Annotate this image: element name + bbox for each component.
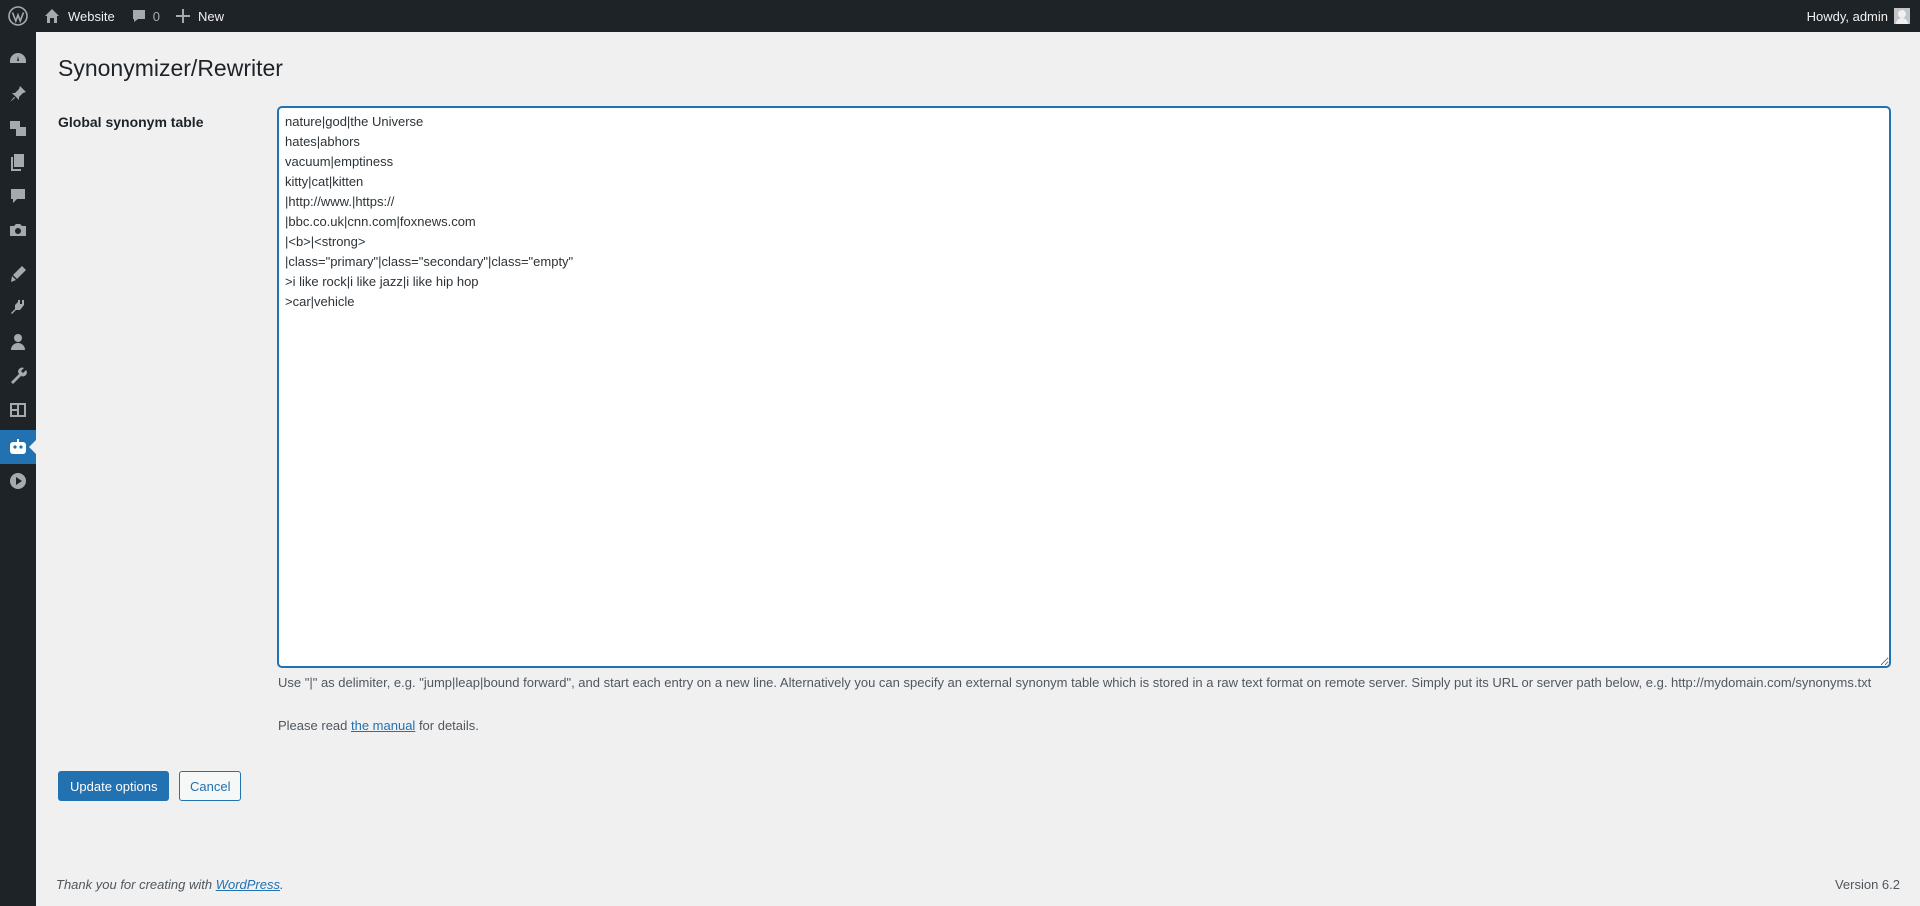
manual-link[interactable]: the manual (351, 718, 415, 733)
camera-icon[interactable] (0, 213, 36, 247)
footer-thanks-prefix: Thank you for creating with (56, 877, 216, 892)
appearance-icon[interactable] (0, 257, 36, 291)
version-label: Version 6.2 (1834, 877, 1900, 892)
pages-icon[interactable] (0, 145, 36, 179)
tools-icon[interactable] (0, 359, 36, 393)
admin-bar: Website 0 New Howdy, admin (0, 0, 1920, 32)
pin-icon[interactable] (0, 77, 36, 111)
footer-thanks-suffix: . (280, 877, 284, 892)
wordpress-link[interactable]: WordPress (216, 877, 280, 892)
page-title: Synonymizer/Rewriter (58, 55, 283, 81)
update-options-button[interactable]: Update options (58, 771, 170, 801)
site-name-label: Website (68, 8, 115, 24)
comments-count: 0 (152, 8, 160, 24)
howdy-label: Howdy, admin (1806, 8, 1888, 24)
new-content-link[interactable]: New (168, 0, 232, 32)
delimiter-help-text: Use "|" as delimiter, e.g. "jump|leap|bo… (278, 675, 1872, 690)
home-icon (45, 9, 59, 23)
users-icon[interactable] (0, 325, 36, 359)
dashboard-icon[interactable] (0, 43, 36, 77)
robot-icon[interactable] (0, 430, 36, 464)
comments-icon[interactable] (0, 179, 36, 213)
plus-icon (175, 9, 190, 23)
synonym-table-label: Global synonym table (58, 114, 204, 130)
please-read-prefix: Please read (278, 718, 351, 733)
please-read-suffix: for details. (415, 718, 479, 733)
media-icon[interactable] (0, 111, 36, 145)
synonym-table-textarea[interactable] (278, 107, 1890, 667)
comment-bubble-icon (132, 10, 145, 22)
settings-icon[interactable] (0, 393, 36, 427)
admin-sidebar (0, 32, 36, 906)
manual-help-text: Please read the manual for details. (278, 718, 479, 733)
plugins-icon[interactable] (0, 291, 36, 325)
account-menu[interactable]: Howdy, admin (1799, 0, 1920, 32)
avatar (1894, 8, 1910, 24)
wordpress-logo-icon[interactable] (0, 0, 36, 32)
comments-link[interactable]: 0 (123, 0, 168, 32)
play-icon[interactable] (0, 464, 36, 498)
new-label: New (197, 8, 224, 24)
footer-thanks: Thank you for creating with WordPress. (56, 877, 284, 892)
cancel-button[interactable]: Cancel (179, 771, 242, 801)
site-name-link[interactable]: Website (36, 0, 123, 32)
